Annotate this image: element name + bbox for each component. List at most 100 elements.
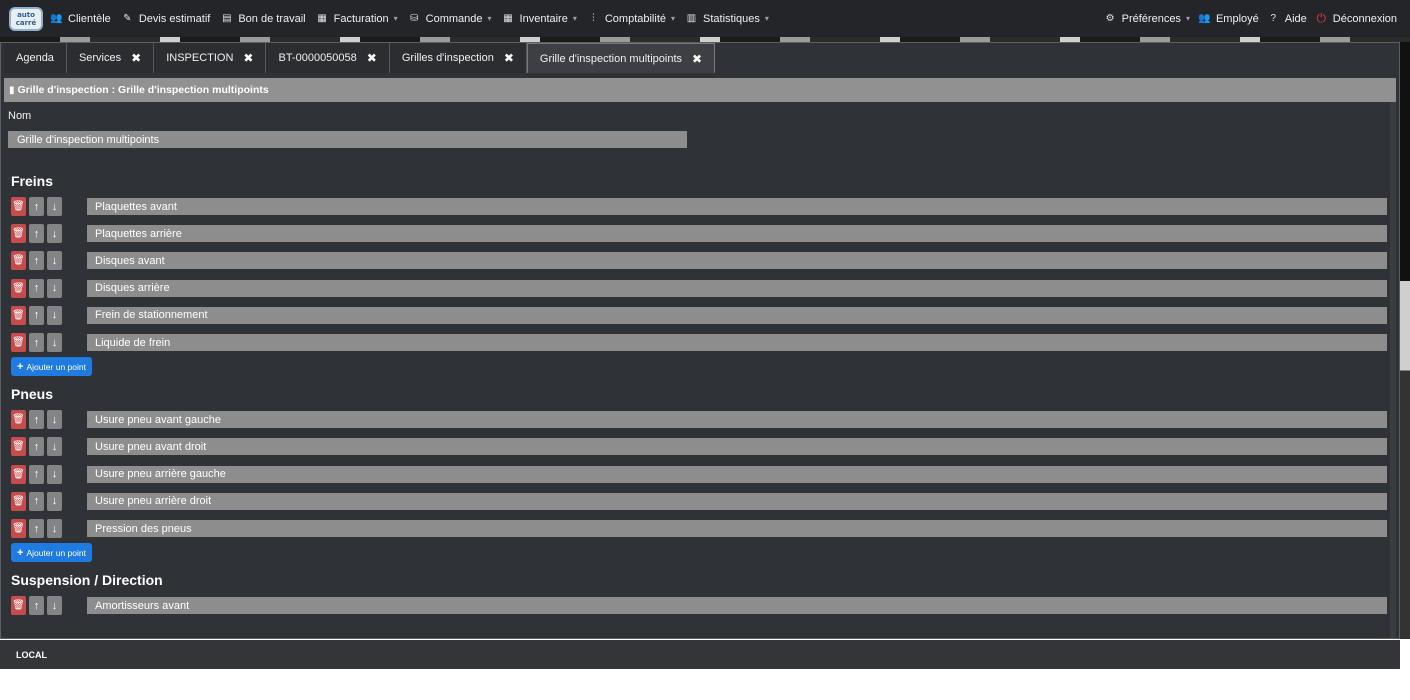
- delete-button[interactable]: 🗑: [11, 251, 26, 271]
- delete-button[interactable]: 🗑: [11, 197, 26, 216]
- delete-button[interactable]: 🗑: [11, 278, 26, 298]
- item-name-input[interactable]: Plaquettes arrière: [87, 225, 1387, 243]
- arrow-up-icon: ↑: [33, 200, 40, 213]
- delete-button[interactable]: 🗑: [11, 224, 26, 244]
- move-down-button[interactable]: ↓: [47, 224, 62, 244]
- move-down-button[interactable]: ↓: [47, 437, 62, 457]
- content-scrollbar[interactable]: [1390, 102, 1396, 638]
- delete-button[interactable]: 🗑: [11, 305, 26, 325]
- move-down-button[interactable]: ↓: [47, 333, 62, 352]
- nav-item-statistiques[interactable]: ▥ Statistiques ▾: [684, 13, 769, 25]
- tab-4[interactable]: Grilles d'inspection ✖: [389, 43, 527, 73]
- nav-item-deconnexion[interactable]: ⏻ Déconnexion: [1314, 11, 1397, 26]
- item-name-input[interactable]: Amortisseurs avant: [87, 597, 1387, 615]
- add-point-label: Ajouter un point: [26, 547, 86, 558]
- trash-icon: 🗑: [12, 282, 25, 294]
- tab-3[interactable]: BT-0000050058 ✖: [266, 43, 390, 73]
- delete-button[interactable]: 🗑: [11, 437, 26, 457]
- nav-item-comptabilite[interactable]: ⫶ Comptabilité ▾: [586, 13, 675, 25]
- move-up-button[interactable]: ↑: [29, 410, 44, 430]
- section-title: Suspension / Direction: [11, 572, 163, 589]
- nav-item-label: Devis estimatif: [138, 12, 211, 25]
- breadcrumb: ▮ Grille d'inspection : Grille d'inspect…: [4, 78, 1396, 102]
- close-icon[interactable]: ✖: [243, 51, 253, 65]
- move-down-button[interactable]: ↓: [47, 197, 62, 216]
- move-up-button[interactable]: ↑: [29, 305, 44, 325]
- delete-button[interactable]: 🗑: [11, 519, 26, 538]
- caret-down-icon: ▾: [393, 14, 398, 23]
- move-up-button[interactable]: ↑: [29, 278, 44, 298]
- close-icon[interactable]: ✖: [131, 51, 141, 65]
- basket-icon: ⛁: [409, 13, 419, 24]
- arrow-down-icon: ↓: [51, 336, 58, 349]
- delete-button[interactable]: 🗑: [11, 491, 26, 511]
- item-name-input[interactable]: Disques arrière: [87, 279, 1387, 297]
- breadcrumb-text: Grille d'inspection : Grille d'inspectio…: [17, 84, 269, 96]
- add-point-button[interactable]: + Ajouter un point: [11, 357, 92, 377]
- move-down-button[interactable]: ↓: [47, 410, 62, 430]
- item-name-input[interactable]: Usure pneu arrière gauche: [87, 465, 1387, 483]
- move-down-button[interactable]: ↓: [47, 251, 62, 271]
- item-name-input[interactable]: Usure pneu avant gauche: [87, 411, 1387, 429]
- power-icon: ⏻: [1316, 11, 1327, 25]
- nav-item-devis-estimatif[interactable]: ✎ Devis estimatif: [120, 12, 211, 25]
- move-up-button[interactable]: ↑: [29, 437, 44, 457]
- nav-item-inventaire[interactable]: ▦ Inventaire ▾: [501, 13, 577, 25]
- item-name-input[interactable]: Frein de stationnement: [87, 306, 1387, 324]
- tab-1[interactable]: Services ✖: [66, 43, 155, 73]
- delete-button[interactable]: 🗑: [11, 333, 26, 352]
- move-up-button[interactable]: ↑: [29, 491, 44, 511]
- item-name-input[interactable]: Pression des pneus: [87, 520, 1387, 537]
- tab-0[interactable]: Agenda: [4, 43, 67, 73]
- move-down-button[interactable]: ↓: [47, 519, 62, 538]
- nav-item-commande[interactable]: ⛁ Commande ▾: [407, 13, 492, 25]
- arrow-up-icon: ↑: [33, 254, 40, 267]
- accounting-icon: ⫶: [592, 13, 595, 24]
- nom-input[interactable]: Grille d'inspection multipoints: [8, 131, 687, 148]
- arrow-up-icon: ↑: [33, 440, 40, 453]
- nav-item-preferences[interactable]: ⚙ Préférences ▾: [1103, 13, 1190, 25]
- close-icon[interactable]: ✖: [367, 51, 377, 65]
- user-menu: ⚙ Préférences ▾ 👥 Employé? Aide ⏻ Déconnexion: [1103, 11, 1397, 26]
- gear-icon: ⚙: [1105, 13, 1115, 24]
- nav-item-clientele[interactable]: 👥 Clientèle: [49, 13, 111, 25]
- move-up-button[interactable]: ↑: [29, 251, 44, 271]
- move-up-button[interactable]: ↑: [29, 596, 44, 616]
- delete-button[interactable]: 🗑: [11, 464, 26, 484]
- nav-item-label: Préférences: [1121, 12, 1181, 25]
- move-down-button[interactable]: ↓: [47, 305, 62, 325]
- app-logo[interactable]: auto carré: [9, 6, 43, 31]
- move-up-button[interactable]: ↑: [29, 224, 44, 244]
- arrow-down-icon: ↓: [51, 522, 58, 535]
- move-down-button[interactable]: ↓: [47, 464, 62, 484]
- move-down-button[interactable]: ↓: [47, 596, 62, 616]
- nav-item-aide[interactable]: ? Aide: [1266, 13, 1306, 25]
- nav-item-employe[interactable]: 👥 Employé: [1197, 13, 1259, 25]
- arrow-down-icon: ↓: [51, 200, 58, 213]
- delete-button[interactable]: 🗑: [11, 596, 26, 616]
- move-up-button[interactable]: ↑: [29, 464, 44, 484]
- item-name-input[interactable]: Plaquettes avant: [87, 198, 1387, 215]
- move-down-button[interactable]: ↓: [47, 278, 62, 298]
- add-point-button[interactable]: + Ajouter un point: [11, 543, 92, 563]
- item-name-input[interactable]: Disques avant: [87, 252, 1387, 270]
- caret-down-icon: ▾: [764, 14, 769, 23]
- tab-5[interactable]: Grille d'inspection multipoints ✖: [526, 43, 716, 73]
- move-up-button[interactable]: ↑: [29, 333, 44, 352]
- close-icon[interactable]: ✖: [504, 51, 514, 65]
- move-up-button[interactable]: ↑: [29, 197, 44, 216]
- nav-item-label: Employé: [1215, 12, 1259, 25]
- move-up-button[interactable]: ↑: [29, 519, 44, 538]
- item-name-input[interactable]: Usure pneu arrière droit: [87, 492, 1387, 510]
- item-name-input[interactable]: Liquide de frein: [87, 334, 1387, 351]
- move-down-button[interactable]: ↓: [47, 491, 62, 511]
- nav-item-bon-de-travail[interactable]: ▤ Bon de travail: [219, 13, 306, 25]
- trash-icon: 🗑: [12, 309, 25, 321]
- nav-item-facturation[interactable]: ▦ Facturation ▾: [315, 13, 398, 25]
- delete-button[interactable]: 🗑: [11, 410, 26, 430]
- trash-icon: 🗑: [12, 468, 25, 480]
- tab-2[interactable]: INSPECTION ✖: [154, 43, 267, 73]
- trash-icon: 🗑: [12, 255, 25, 267]
- item-name-input[interactable]: Usure pneu avant droit: [87, 438, 1387, 456]
- close-icon[interactable]: ✖: [692, 52, 702, 66]
